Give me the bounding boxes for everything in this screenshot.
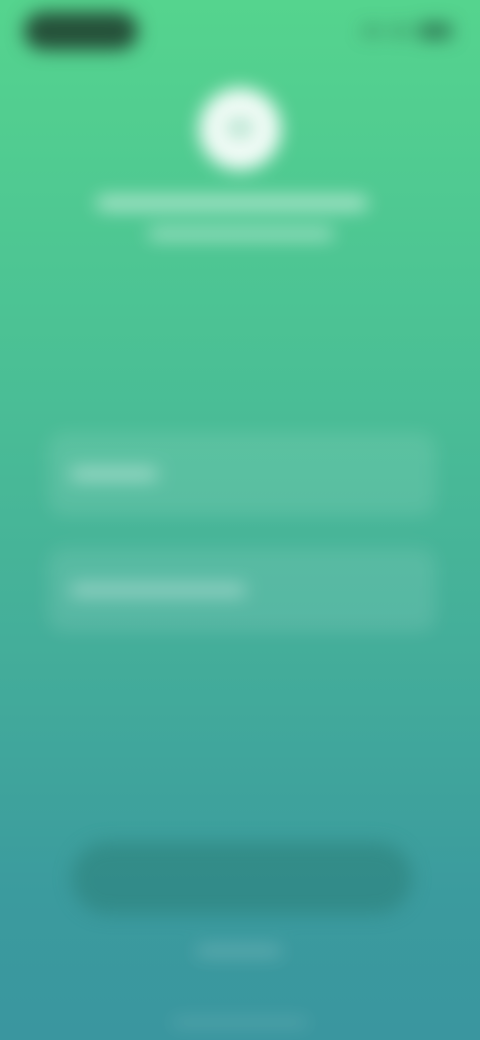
status-icons xyxy=(356,20,452,42)
status-time-pill xyxy=(24,12,138,50)
subtitle-text-shape xyxy=(148,228,334,240)
password-placeholder-shape xyxy=(70,584,246,596)
login-button[interactable] xyxy=(72,842,412,914)
heading-text-shape xyxy=(96,196,368,210)
footer-text-shape xyxy=(196,946,282,956)
battery-icon xyxy=(418,23,452,39)
email-field[interactable] xyxy=(48,432,436,516)
signal-icon xyxy=(362,26,382,36)
password-field[interactable] xyxy=(48,548,436,632)
email-placeholder-shape xyxy=(70,468,158,480)
wifi-icon xyxy=(390,26,410,36)
home-indicator xyxy=(172,1020,308,1025)
app-logo xyxy=(199,88,281,170)
blurred-content xyxy=(0,0,480,1040)
app-logo-icon xyxy=(227,118,253,138)
login-screen xyxy=(0,0,480,1040)
